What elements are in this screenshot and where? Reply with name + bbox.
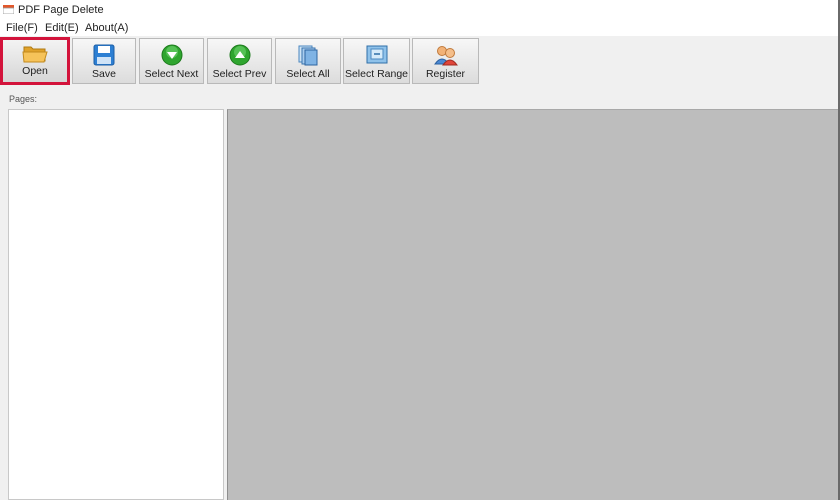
open-button[interactable]: Open	[0, 37, 70, 85]
select-next-button[interactable]: Select Next	[139, 38, 204, 84]
select-range-button[interactable]: Select Range	[343, 38, 410, 84]
select-prev-button[interactable]: Select Prev	[207, 38, 272, 84]
title-bar: PDF Page Delete	[0, 0, 840, 20]
green-arrow-down-icon	[161, 44, 182, 66]
open-button-label: Open	[22, 65, 48, 77]
save-button-label: Save	[92, 68, 116, 80]
pages-label: Pages:	[9, 94, 38, 104]
select-all-button[interactable]: Select All	[275, 38, 341, 84]
folder-icon	[22, 46, 48, 63]
menu-file[interactable]: File(F)	[6, 22, 38, 34]
floppy-disk-icon	[93, 44, 115, 66]
users-icon	[433, 46, 458, 66]
stacked-pages-icon	[298, 45, 318, 66]
pages-list[interactable]	[8, 109, 224, 500]
green-arrow-up-icon	[229, 44, 250, 66]
select-all-button-label: Select All	[286, 68, 330, 80]
app-icon	[3, 5, 14, 14]
save-button[interactable]: Save	[72, 38, 136, 84]
page-range-icon	[366, 45, 387, 64]
menu-about[interactable]: About(A)	[85, 22, 128, 34]
menu-bar: File(F) Edit(E) About(A)	[0, 20, 840, 36]
page-preview-area[interactable]	[227, 109, 840, 500]
select-prev-button-label: Select Prev	[212, 68, 267, 80]
toolbar: Open Save Select Next Select Prev Select…	[0, 36, 840, 88]
register-button-label: Register	[425, 68, 466, 80]
select-range-button-label: Select Range	[344, 68, 409, 80]
register-button[interactable]: Register	[412, 38, 479, 84]
select-next-button-label: Select Next	[144, 68, 199, 80]
window-title: PDF Page Delete	[18, 4, 104, 16]
menu-edit[interactable]: Edit(E)	[45, 22, 79, 34]
